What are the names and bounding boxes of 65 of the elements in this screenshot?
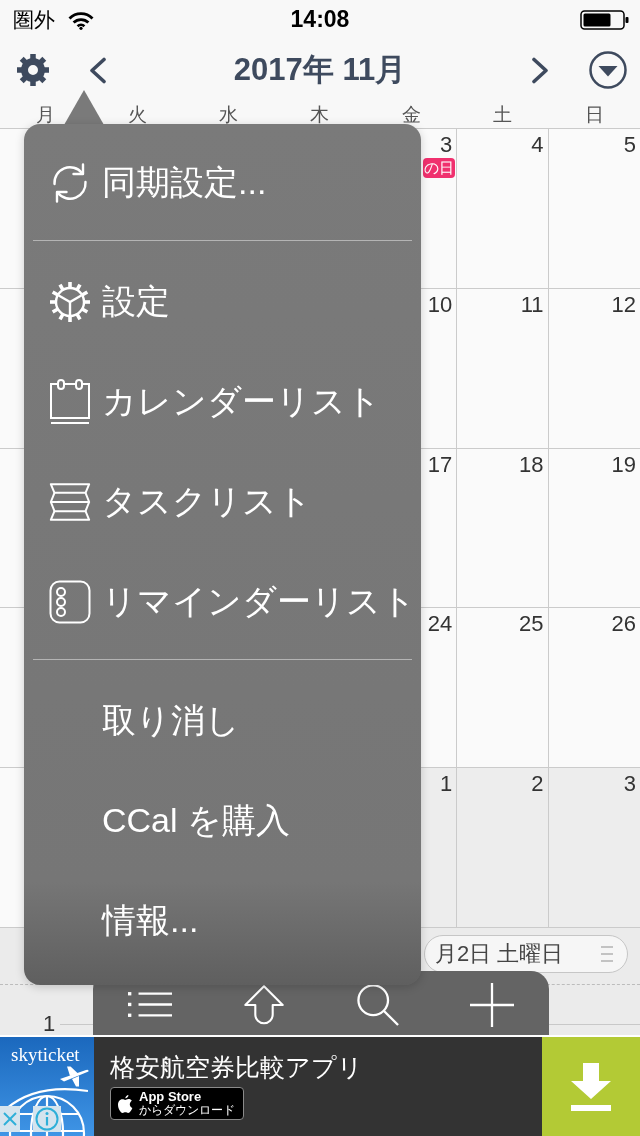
- apple-icon: [117, 1093, 133, 1114]
- day-number: 25: [519, 613, 544, 636]
- month-title: 2017年 11月: [233, 52, 407, 88]
- weekday-label: 日: [584, 104, 604, 124]
- calendar-icon: [49, 379, 91, 425]
- menu-item[interactable]: 同期設定...: [24, 133, 421, 233]
- date-pill[interactable]: 月2日 土曜日: [424, 935, 628, 973]
- hour-label: 1: [43, 1013, 56, 1035]
- weekday-label: 土: [493, 104, 513, 124]
- logo-text: skyticket: [11, 1045, 80, 1064]
- battery-icon: [580, 10, 629, 30]
- search-icon[interactable]: [357, 983, 399, 1026]
- dots-list-icon: [49, 579, 91, 625]
- day-number: 12: [611, 293, 636, 316]
- day-number: 24: [427, 613, 453, 636]
- day-number: 17: [427, 453, 453, 476]
- ad-title: 格安航空券比較アプリ: [110, 1052, 363, 1082]
- list-icon[interactable]: [128, 992, 172, 1017]
- stacked-layers-icon: [49, 482, 91, 522]
- day-cell[interactable]: 4: [457, 129, 549, 289]
- day-cell[interactable]: 25: [457, 608, 549, 769]
- popover-pointer: [64, 90, 104, 125]
- chevron-left-icon[interactable]: [89, 56, 107, 84]
- menu-item[interactable]: 情報...: [24, 871, 421, 971]
- day-number: 10: [427, 293, 453, 316]
- day-number: 18: [519, 453, 544, 476]
- badge-title: App Store: [139, 1090, 203, 1104]
- weekday-label: 月: [36, 104, 56, 124]
- wifi-icon: [68, 10, 94, 30]
- menu-item[interactable]: タスクリスト: [24, 452, 421, 552]
- day-number: 3: [623, 773, 636, 796]
- day-cell[interactable]: 2: [457, 768, 549, 928]
- day-number: 11: [520, 293, 544, 316]
- menu-item[interactable]: カレンダーリスト: [24, 352, 421, 452]
- status-time: 14:08: [290, 7, 350, 33]
- menu-item[interactable]: CCal を購入: [24, 771, 421, 871]
- day-number: 3: [439, 134, 453, 156]
- day-number: 26: [611, 613, 636, 636]
- chevron-right-icon[interactable]: [531, 56, 549, 84]
- weekday-label: 水: [219, 104, 239, 124]
- up-arrow-icon[interactable]: [244, 984, 284, 1025]
- menu-item[interactable]: 取り消し: [24, 671, 421, 771]
- weekday-label: 金: [401, 104, 421, 124]
- day-number: 2: [531, 773, 544, 796]
- day-number: 5: [623, 134, 636, 156]
- weekday-label: 火: [127, 104, 147, 124]
- day-number: 19: [611, 453, 636, 476]
- gear-icon: [49, 281, 91, 323]
- settings-icon[interactable]: [16, 53, 50, 87]
- day-cell[interactable]: 3: [548, 768, 640, 928]
- badge-subtitle: からダウンロード: [139, 1104, 235, 1118]
- menu-item[interactable]: リマインダーリスト: [24, 552, 421, 652]
- day-cell[interactable]: 18: [457, 448, 549, 609]
- app-store-badge[interactable]: App Store からダウンロード: [110, 1087, 244, 1121]
- carrier-label: 圏外: [13, 8, 55, 32]
- airplane-icon: [59, 1065, 89, 1087]
- handle-icon: [601, 945, 613, 963]
- day-number: 4: [531, 134, 544, 156]
- menu-item[interactable]: 設定: [24, 252, 421, 352]
- weekday-label: 木: [310, 104, 330, 124]
- day-cell[interactable]: 11: [457, 288, 549, 449]
- plus-icon[interactable]: [470, 982, 514, 1027]
- event-label[interactable]: の日: [423, 158, 456, 178]
- download-icon: [571, 1062, 611, 1111]
- day-number: 1: [439, 773, 453, 796]
